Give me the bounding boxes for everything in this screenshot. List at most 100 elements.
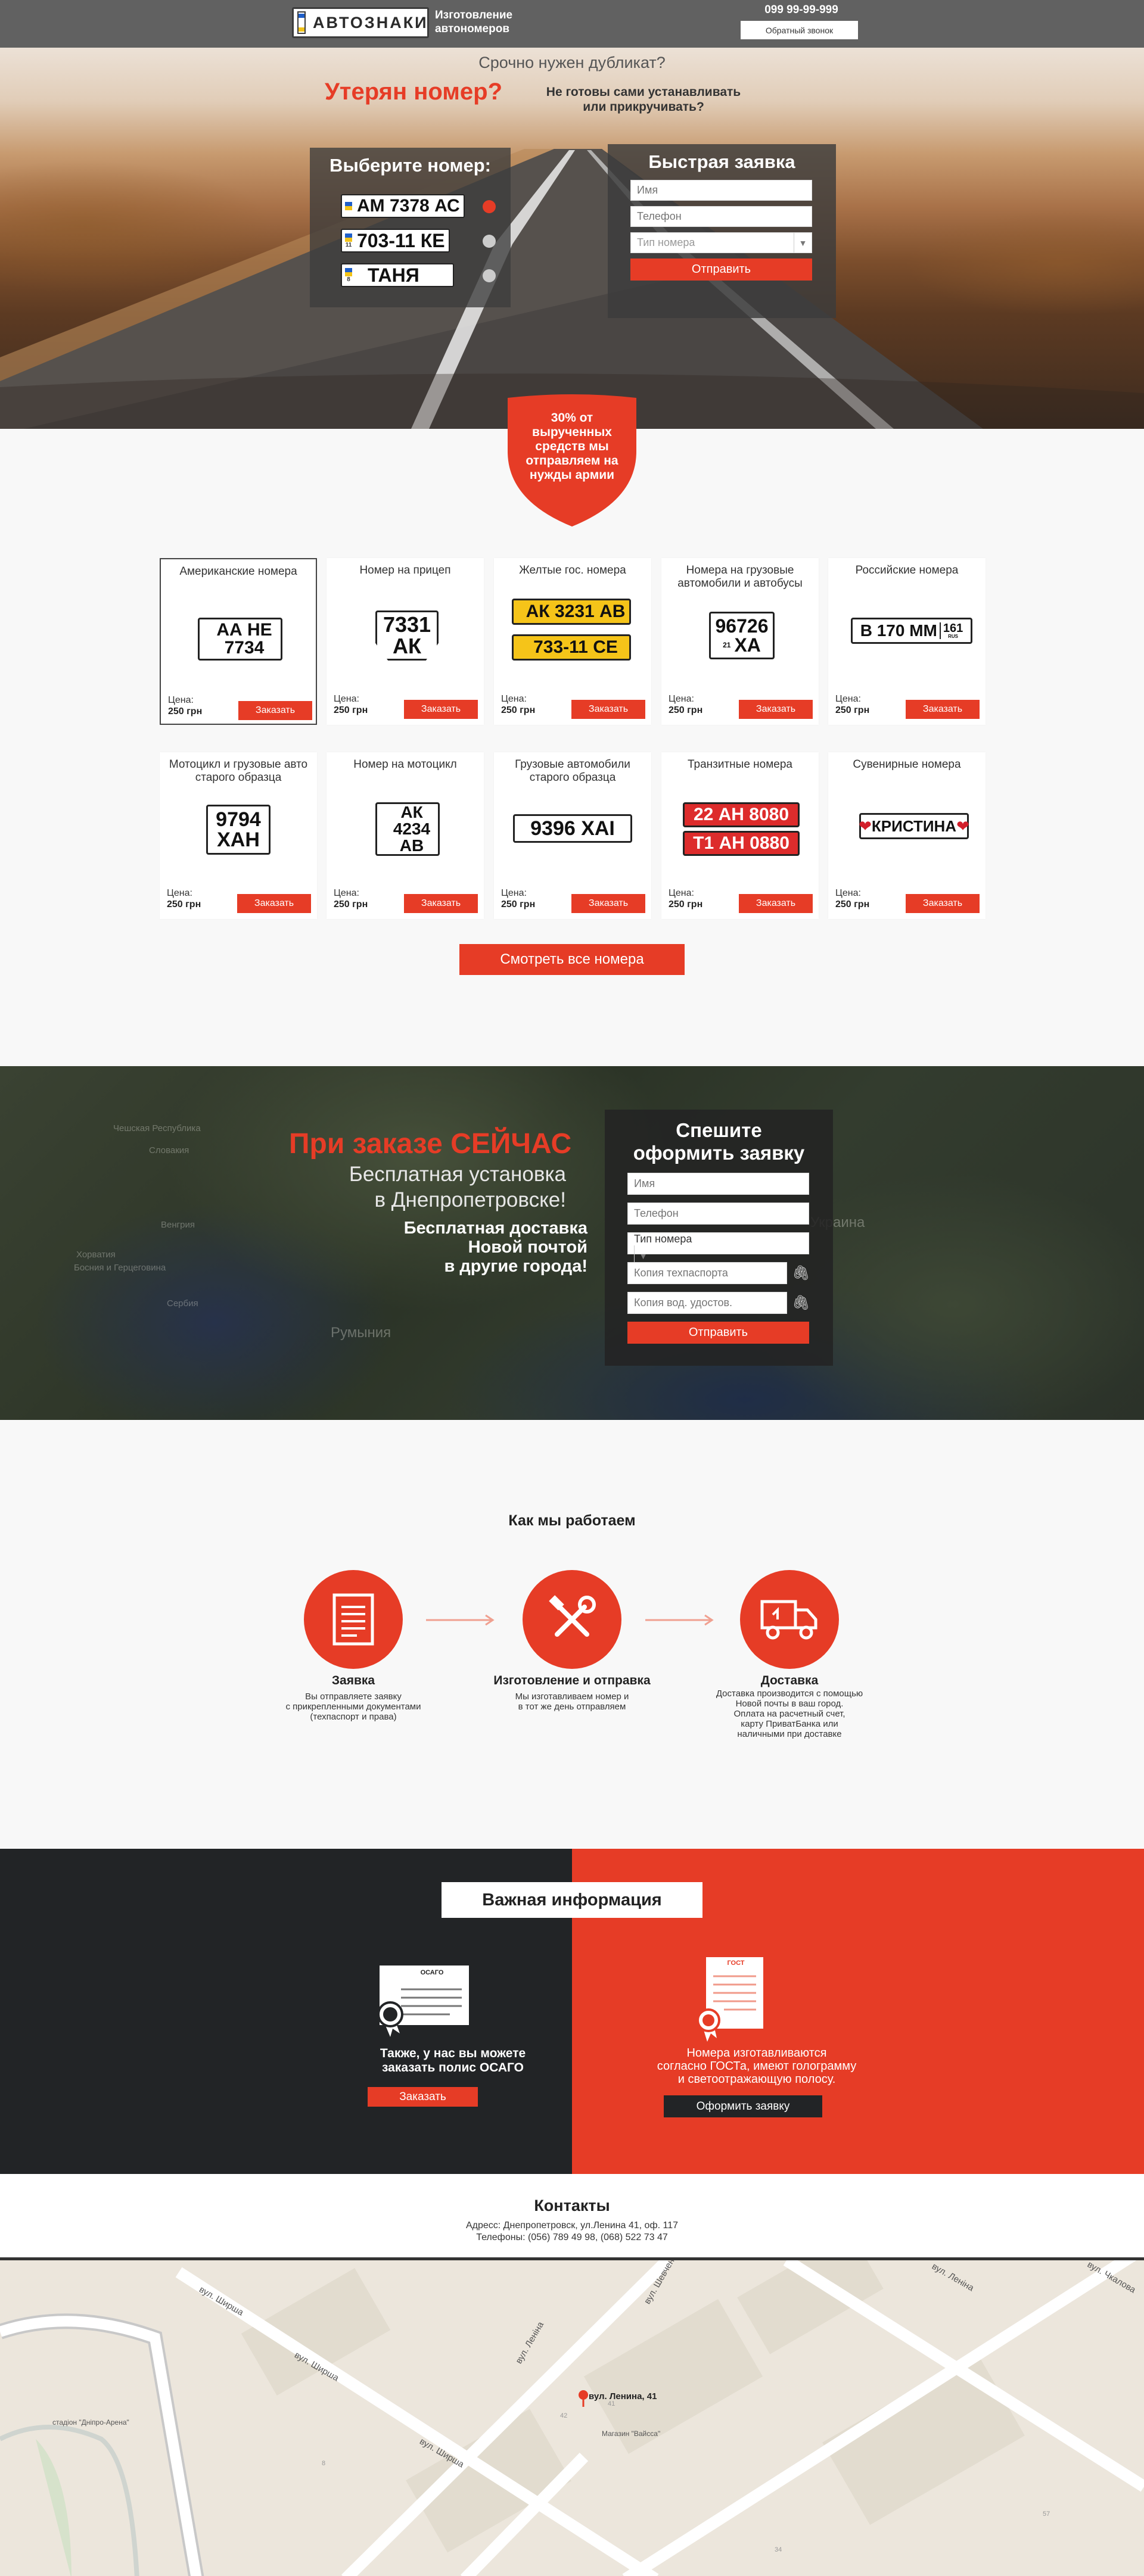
order-button[interactable]: Заказать: [906, 894, 980, 913]
plate-text: 96726: [715, 615, 769, 637]
order-button[interactable]: Заказать: [404, 700, 478, 719]
catalog-card[interactable]: Номер на прицеп 7331 АК Цена: 250 грн Заказат…: [327, 558, 484, 725]
logo[interactable]: АВТОЗНАКИ: [292, 7, 429, 38]
view-all-button[interactable]: Смотреть все номера: [459, 944, 685, 975]
quick-send-button[interactable]: Отправить: [630, 258, 812, 281]
truck-icon: [760, 1600, 817, 1640]
osago-doc-label: ОСАГО: [420, 1969, 444, 1976]
price-label: Цена:: [168, 695, 194, 705]
paperclip-icon[interactable]: 🖇: [792, 1264, 810, 1282]
catalog-card[interactable]: Транзитные номера 22 АН 8080 Т1 АН 0880 Цен…: [661, 752, 819, 919]
step-desc-line: наличными при доставке: [737, 1729, 842, 1739]
plate-image: 9794 ХАН: [206, 805, 271, 855]
plate-image: 9396 ХАІ: [513, 814, 632, 843]
phone-input[interactable]: [630, 206, 812, 227]
card-title: Желтые гос. номера: [519, 564, 626, 577]
phone-input[interactable]: [627, 1203, 809, 1225]
order-button[interactable]: Заказать: [237, 894, 311, 913]
gost-order-button[interactable]: Оформить заявку: [664, 2095, 822, 2117]
plate-option[interactable]: АМ 7378 АС: [341, 193, 496, 219]
price-label: Цена:: [501, 694, 527, 704]
catalog-card[interactable]: Номер на мотоцикл АК 4234 АВ Цена: 250 грн Зак…: [327, 752, 484, 919]
hero-ready-text: Не готовы сами устанавливать или прикруч…: [524, 85, 763, 114]
step-title: Доставка: [760, 1674, 819, 1687]
catalog-card[interactable]: Мотоцикл и грузовые авто старого образца…: [160, 752, 317, 919]
plate-text: 9396 ХАІ: [530, 817, 615, 840]
price-value: 250 грн: [501, 705, 536, 715]
plate-radio[interactable]: [483, 235, 496, 248]
step-desc-line: Мы изготавливаем номер и: [515, 1692, 629, 1702]
license-copy-input[interactable]: [627, 1292, 787, 1314]
order-button[interactable]: Заказать: [238, 701, 312, 720]
order-button[interactable]: Заказать: [739, 894, 813, 913]
card-title: Номера на грузовые автомобили и автобусы: [677, 564, 803, 590]
choose-title: Выберите номер:: [329, 155, 491, 176]
order-button[interactable]: Заказать: [571, 700, 645, 719]
card-title: Сувенирные номера: [853, 758, 961, 771]
plate-text: 4234: [393, 820, 431, 838]
catalog-card[interactable]: Сувенирные номера ❤ КРИСТИНА ❤ Цена: 250 грн З…: [828, 752, 986, 919]
passport-upload-row: 🖇: [627, 1262, 810, 1284]
plate-preview: 8 ТАНЯ: [341, 263, 454, 287]
plate-image: АК 4234 АВ: [375, 802, 440, 856]
osago-order-button[interactable]: Заказать: [368, 2087, 478, 2107]
plate-type-placeholder: Тип номера: [637, 236, 695, 248]
catalog-card[interactable]: Американские номера АА НЕ 7734 Цена: 250 грн…: [160, 558, 317, 725]
ua-flag-icon: 11: [344, 230, 353, 251]
paperclip-icon[interactable]: 🖇: [792, 1294, 810, 1312]
plate-text: 9794: [216, 808, 261, 831]
price-label: Цена:: [334, 888, 359, 898]
price-label: Цена:: [835, 888, 861, 898]
name-input[interactable]: [627, 1173, 809, 1195]
price-label: Цена:: [835, 694, 861, 704]
location-map[interactable]: вул. Шевченка вул. Ширша вул. Леніна вул. Ш…: [0, 2257, 1144, 2576]
map-marker-label[interactable]: вул. Ленина, 41: [589, 2391, 657, 2401]
hurry-send-button[interactable]: Отправить: [627, 1322, 809, 1344]
order-button[interactable]: Заказать: [906, 700, 980, 719]
promo-section: Чешская Республика Словакия Венгрия Хорвати…: [0, 1066, 1144, 1420]
map-country-label: Босния и Герцеговина: [74, 1263, 166, 1273]
plate-option[interactable]: 8 ТАНЯ: [341, 262, 496, 288]
promo-install-line: в Днепропетровске!: [374, 1188, 566, 1211]
step-desc: Мы изготавливаем номер и в тот же день о…: [465, 1692, 679, 1712]
step-desc-line: карту ПриватБанка или: [741, 1719, 838, 1729]
contacts-section: Контакты Адресс: Днепропетровск, ул.Лени…: [0, 2174, 1144, 2257]
callback-button[interactable]: Обратный звонок: [741, 21, 858, 39]
plate-radio[interactable]: [483, 269, 496, 282]
plate-radio[interactable]: [483, 200, 496, 213]
order-button[interactable]: Заказать: [739, 700, 813, 719]
name-input[interactable]: [630, 180, 812, 201]
card-title: Американские номера: [179, 565, 297, 578]
catalog-card[interactable]: Желтые гос. номера АК 3231 АВ 733-11 СЕ Цен…: [494, 558, 651, 725]
plate-type-select[interactable]: Тип номера ▼: [627, 1232, 809, 1266]
contacts-phones: Телефоны: (056) 789 49 98, (068) 522 73 …: [476, 2232, 668, 2242]
hero-ready-line: Не готовы сами устанавливать: [546, 85, 741, 99]
map-building-number: 8: [322, 2460, 326, 2467]
map-country-label: Венгрия: [161, 1220, 195, 1230]
hero-duplicate-text: Срочно нужен дубликат?: [478, 54, 666, 71]
step-order-circle: [304, 1570, 403, 1669]
catalog-card[interactable]: Российские номера В 170 ММ 161 RUS Цена: 250 …: [828, 558, 986, 725]
plate-image: Т1 АН 0880: [683, 831, 800, 856]
card-title: Номер на мотоцикл: [353, 758, 457, 771]
order-button[interactable]: Заказать: [404, 894, 478, 913]
step-desc-line: Оплата на расчетный счет,: [733, 1709, 845, 1719]
step-desc-line: в тот же день отправляем: [518, 1702, 626, 1712]
promo-delivery-line: Новой почтой: [468, 1238, 587, 1257]
header-phone[interactable]: 099 99-99-999: [739, 4, 864, 17]
step-making-circle: [523, 1570, 621, 1669]
gost-text-line: Номера изготавливаются: [686, 2047, 827, 2060]
important-info-section: Важная информация ОСАГО Также, у нас вы …: [0, 1849, 1144, 2174]
plate-text: 7331: [383, 612, 431, 637]
catalog-card[interactable]: Номера на грузовые автомобили и автобусы…: [661, 558, 819, 725]
license-upload-row: 🖇: [627, 1292, 810, 1314]
price-label: Цена:: [167, 888, 192, 898]
document-icon: [332, 1593, 374, 1646]
passport-copy-input[interactable]: [627, 1262, 787, 1284]
order-button[interactable]: Заказать: [571, 894, 645, 913]
promo-install-text: Бесплатная установка в Днепропетровске!: [334, 1161, 566, 1213]
plate-type-select[interactable]: Тип номера ▼: [630, 232, 812, 253]
catalog-card[interactable]: Грузовые автомобили старого образца 9396 …: [494, 752, 651, 919]
plate-text: АК: [393, 634, 421, 658]
plate-option[interactable]: 11 703-11 КЕ: [341, 228, 496, 254]
